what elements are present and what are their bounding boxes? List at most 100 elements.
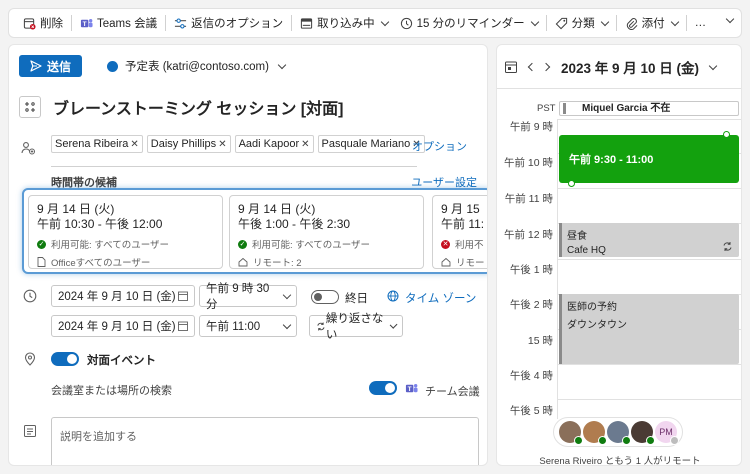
start-time-dropdown[interactable]: 午前 9 時 30 分 bbox=[199, 283, 297, 311]
paperclip-icon bbox=[626, 17, 638, 30]
notes-icon bbox=[24, 425, 36, 437]
end-date-picker[interactable]: 2024 年 9 月 10 日 (金) bbox=[51, 315, 195, 337]
chevron-down-icon bbox=[530, 17, 539, 26]
chevron-down-icon bbox=[389, 320, 398, 329]
unavailable-icon: ✕ bbox=[441, 239, 450, 249]
all-day-label: 終日 bbox=[345, 293, 368, 305]
sliders-icon bbox=[175, 18, 187, 28]
teams-icon: T bbox=[80, 18, 93, 27]
description-editor[interactable]: 説明を追加する bbox=[51, 417, 479, 465]
end-time-dropdown[interactable]: 午前 11:00 bbox=[199, 315, 297, 337]
doctor-appointment-event[interactable]: 医師の予約 ダウンタウン bbox=[559, 294, 739, 364]
send-label: 送信 bbox=[46, 59, 71, 74]
teams-meeting-toggle[interactable] bbox=[369, 381, 397, 395]
all-day-event-oof[interactable]: Miquel Garcia 不在 bbox=[559, 101, 739, 116]
suggestion-time: 午前 11: bbox=[441, 217, 485, 231]
description-placeholder: 説明を追加する bbox=[60, 431, 137, 443]
attendee-avatars[interactable]: PM bbox=[553, 417, 683, 447]
reminder-dropdown[interactable]: 15 分のリマインダー bbox=[394, 12, 544, 34]
today-calendar-icon[interactable] bbox=[505, 61, 517, 73]
event-compose-panel: 送信 予定表 (katri@contoso.com) ブレーンストーミング セッ… bbox=[8, 44, 488, 466]
hour-line bbox=[557, 259, 741, 260]
check-icon: ✓ bbox=[37, 239, 46, 249]
toolbar-divider bbox=[291, 15, 293, 31]
delete-label: 削除 bbox=[40, 18, 63, 30]
teams-meeting-button[interactable]: T Teams 会議 bbox=[74, 12, 163, 34]
hour-line bbox=[557, 364, 741, 365]
calendar-header: 2023 年 9 月 10 日 (金) bbox=[505, 57, 718, 77]
location-pin-icon bbox=[24, 352, 36, 366]
chevron-down-icon bbox=[600, 17, 609, 26]
globe-icon bbox=[387, 290, 399, 302]
start-date-picker[interactable]: 2024 年 9 月 10 日 (金) bbox=[51, 285, 195, 307]
delete-button[interactable]: 削除 bbox=[17, 12, 69, 34]
attendee-chip[interactable]: Pasquale Mariano ✕ bbox=[317, 135, 425, 153]
in-person-toggle[interactable] bbox=[51, 352, 79, 366]
available-status-icon bbox=[574, 436, 583, 445]
previous-day-chevron-icon[interactable] bbox=[527, 62, 537, 72]
availability-text: 利用可能: すべてのユーザー bbox=[51, 240, 170, 251]
event-location: ダウンタウン bbox=[567, 320, 627, 331]
event-title: 昼食 bbox=[567, 231, 587, 242]
event-location: Cafe HQ bbox=[567, 245, 606, 256]
availability-text: 利用可能: すべてのユーザー bbox=[252, 240, 371, 251]
document-icon bbox=[37, 257, 46, 267]
toolbar-divider bbox=[71, 15, 72, 31]
reply-options-button[interactable]: 返信のオプション bbox=[168, 12, 289, 34]
show-as-dropdown[interactable]: 取り込み中 bbox=[294, 12, 394, 34]
in-person-label: 対面イベント bbox=[87, 355, 156, 367]
time-suggestion-card[interactable]: 9 月 14 日 (火) 午前 10:30 - 午後 12:00 ✓ 利用可能: … bbox=[28, 195, 223, 269]
header-divider bbox=[497, 88, 741, 89]
event-title-input[interactable]: ブレーンストーミング セッション [対面] bbox=[53, 95, 343, 119]
repeat-dropdown[interactable]: 繰り返さない bbox=[309, 313, 403, 341]
avatar bbox=[631, 421, 655, 445]
categorize-dropdown[interactable]: 分類 bbox=[549, 12, 614, 34]
next-day-chevron-icon[interactable] bbox=[541, 62, 551, 72]
calendar-account-selector[interactable]: 予定表 (katri@contoso.com) bbox=[107, 58, 287, 74]
timezone-link[interactable]: タイム ゾーン bbox=[405, 290, 476, 306]
chevron-down-icon bbox=[670, 17, 679, 26]
expand-ribbon-chevron-icon[interactable] bbox=[725, 14, 735, 24]
attendee-chip[interactable]: Aadi Kapoor ✕ bbox=[234, 135, 314, 153]
availability-line: ✓ 利用可能: すべてのユーザー bbox=[238, 237, 415, 251]
resize-handle-top[interactable] bbox=[723, 131, 730, 138]
toolbar-divider bbox=[165, 15, 167, 31]
new-event-block[interactable]: 午前 9:30 - 11:00 bbox=[559, 135, 739, 183]
command-toolbar: 削除 T Teams 会議 返信のオプション 取り込み中 15 分のリマインダー… bbox=[8, 8, 742, 38]
all-day-toggle[interactable] bbox=[311, 290, 339, 304]
more-options-button[interactable]: … bbox=[689, 12, 713, 34]
attendee-chip[interactable]: Daisy Phillips ✕ bbox=[146, 135, 231, 153]
attendee-options-link[interactable]: オプション bbox=[412, 138, 467, 154]
calendar-account-label: 予定表 (katri@contoso.com) bbox=[125, 61, 269, 73]
room-search-input[interactable]: 会議室または場所の検索 bbox=[51, 382, 172, 398]
remove-icon[interactable]: ✕ bbox=[218, 139, 226, 150]
start-date-value: 2024 年 9 月 10 日 (金) bbox=[58, 291, 176, 303]
teams-meeting-toggle-label: チーム会議 bbox=[425, 386, 480, 398]
event-icon-button[interactable] bbox=[19, 96, 41, 118]
time-suggestion-card[interactable]: 9 月 14 日 (火) 午後 1:00 - 午後 2:30 ✓ 利用可能: すべ… bbox=[229, 195, 424, 269]
time-suggestions-carousel: 9 月 14 日 (火) 午前 10:30 - 午後 12:00 ✓ 利用可能: … bbox=[22, 188, 487, 274]
remove-icon[interactable]: ✕ bbox=[130, 139, 138, 150]
attach-dropdown[interactable]: 添付 bbox=[619, 12, 684, 34]
hour-label: 午後 5 時 bbox=[509, 405, 553, 417]
hour-label: 午前 12 時 bbox=[503, 229, 553, 241]
reply-options-label: 返信のオプション bbox=[191, 18, 284, 30]
reminder-label: 15 分のリマインダー bbox=[416, 18, 525, 30]
available-status-icon bbox=[598, 436, 607, 445]
remove-icon[interactable]: ✕ bbox=[301, 139, 309, 150]
attendee-chip[interactable]: Serena Ribeira ✕ bbox=[51, 135, 143, 153]
avatar bbox=[607, 421, 631, 445]
send-button[interactable]: 送信 bbox=[19, 55, 82, 77]
available-status-icon bbox=[646, 436, 655, 445]
location-line: リモート: 2 bbox=[238, 255, 415, 269]
hour-line bbox=[557, 188, 741, 189]
chevron-down-icon bbox=[277, 60, 287, 69]
time-suggestion-card[interactable]: 9 月 15 午前 11: ✕ 利用不 リモート bbox=[432, 195, 487, 269]
start-time-value: 午前 9 時 30 分 bbox=[206, 283, 270, 311]
calendar-date-title[interactable]: 2023 年 9 月 10 日 (金) bbox=[561, 57, 699, 77]
suggestion-time: 午前 10:30 - 午後 12:00 bbox=[37, 217, 163, 231]
resize-handle-bottom[interactable] bbox=[568, 180, 575, 187]
available-status-icon bbox=[622, 436, 631, 445]
lunch-event[interactable]: 昼食 Cafe HQ bbox=[559, 223, 739, 257]
chevron-down-icon[interactable] bbox=[708, 61, 718, 70]
